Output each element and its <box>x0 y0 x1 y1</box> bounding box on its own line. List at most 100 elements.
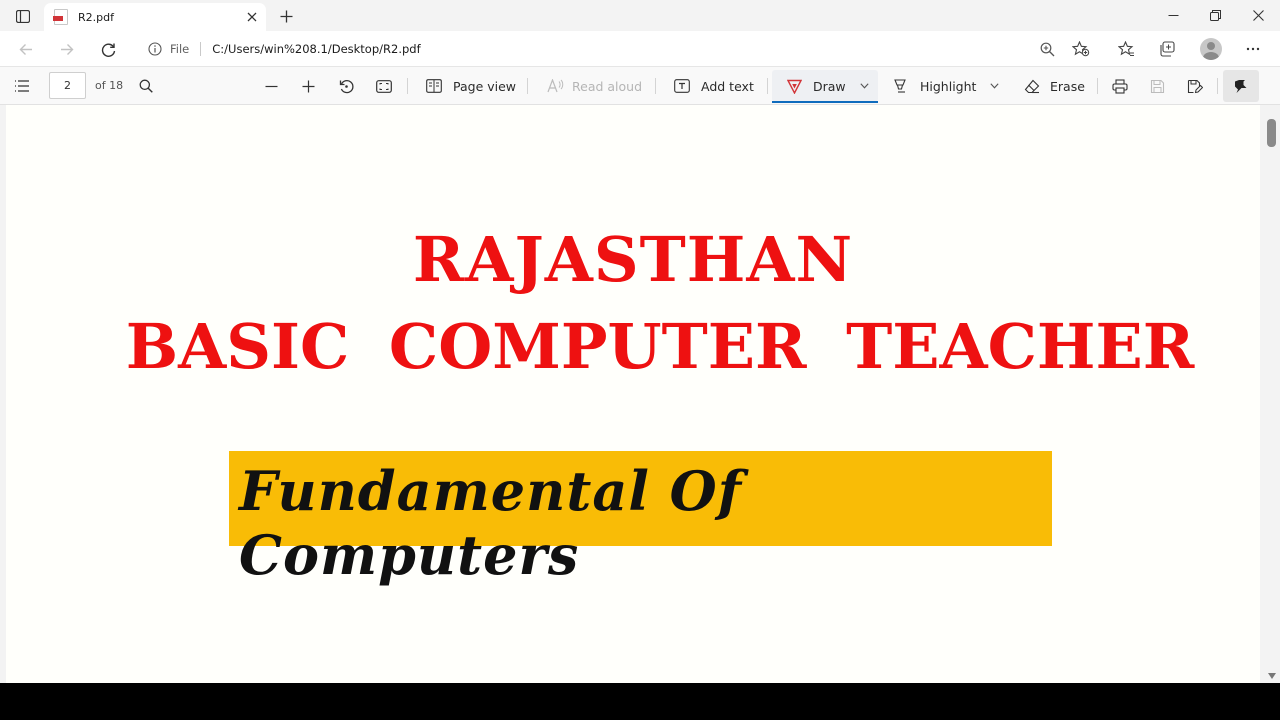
toolbar-divider <box>1217 78 1218 94</box>
address-bar: File C:/Users/win%208.1/Desktop/R2.pdf <box>0 31 1280 67</box>
browser-tab-active[interactable]: R2.pdf <box>44 3 266 31</box>
info-icon[interactable] <box>148 42 162 56</box>
document-title-line2: BASIC COMPUTER TEACHER <box>125 310 1195 383</box>
rotate-icon <box>339 79 354 93</box>
restore-button[interactable] <box>1194 0 1236 31</box>
fit-page-button[interactable] <box>376 67 392 105</box>
pdf-page: RAJASTHAN BASIC COMPUTER TEACHER Fundame… <box>6 105 1260 683</box>
scrollbar-thumb[interactable] <box>1267 119 1276 147</box>
subject-banner: Fundamental Of Computers <box>229 451 1052 587</box>
pdf-toolbar: 2 of 18 Page view Read aloud Add text Dr… <box>0 67 1280 105</box>
close-window-button[interactable] <box>1237 0 1279 31</box>
collections-icon <box>1160 41 1175 57</box>
more-horizontal-icon <box>1246 47 1260 51</box>
pin-toolbar-button[interactable] <box>1223 70 1259 102</box>
tab-close-button[interactable] <box>242 7 262 27</box>
collections-button[interactable] <box>1154 36 1180 62</box>
print-icon <box>1112 78 1128 94</box>
highlight-options-dropdown[interactable] <box>990 67 999 105</box>
restore-icon <box>1209 10 1221 21</box>
highlighter-icon <box>894 79 906 93</box>
url-divider <box>200 42 202 56</box>
zoom-in-button[interactable] <box>302 67 315 105</box>
highlight-button[interactable]: Highlight <box>893 67 976 105</box>
caret-down-icon <box>1267 672 1276 679</box>
settings-more-button[interactable] <box>1240 36 1266 62</box>
vertical-scrollbar[interactable] <box>1262 105 1280 683</box>
draw-label: Draw <box>813 78 846 94</box>
chevron-down-icon <box>860 83 869 89</box>
read-aloud-icon <box>547 79 564 93</box>
toolbar-divider <box>655 78 656 94</box>
add-favorite-button[interactable] <box>1068 36 1094 62</box>
page-view-label: Page view <box>453 78 517 94</box>
plus-icon <box>280 10 292 22</box>
read-aloud-label: Read aloud <box>572 78 643 94</box>
find-button[interactable] <box>139 67 153 105</box>
save-as-icon <box>1187 79 1203 93</box>
plus-icon <box>302 80 315 92</box>
toolbar-divider <box>527 78 528 94</box>
add-text-icon <box>674 79 690 93</box>
table-of-contents-icon <box>15 80 29 92</box>
read-aloud-button[interactable]: Read aloud <box>547 67 642 105</box>
zoom-in-icon <box>1040 42 1054 56</box>
arrow-left-icon <box>19 43 32 55</box>
pdf-file-icon <box>53 9 68 25</box>
minus-icon <box>265 85 278 87</box>
page-number-input[interactable]: 2 <box>49 72 86 99</box>
url-scheme-label: File <box>170 42 190 56</box>
toolbar-divider <box>767 78 768 94</box>
close-icon <box>1252 10 1264 21</box>
contents-button[interactable] <box>14 67 30 105</box>
save-icon <box>1150 79 1165 93</box>
tab-actions-icon <box>16 9 30 23</box>
print-button[interactable] <box>1112 67 1128 105</box>
minimize-icon <box>1168 15 1178 16</box>
toolbar-divider <box>407 78 408 94</box>
page-count-label: of 18 <box>95 79 124 92</box>
save-as-button[interactable] <box>1187 67 1203 105</box>
search-icon <box>139 79 153 93</box>
url-text: C:/Users/win%208.1/Desktop/R2.pdf <box>212 42 421 56</box>
add-text-button[interactable]: Add text <box>674 67 754 105</box>
zoom-button[interactable] <box>1034 36 1060 62</box>
profile-avatar[interactable] <box>1200 38 1222 60</box>
pdf-viewer[interactable]: RAJASTHAN BASIC COMPUTER TEACHER Fundame… <box>0 105 1280 683</box>
forward-button[interactable] <box>54 36 80 62</box>
add-text-label: Add text <box>701 78 754 94</box>
refresh-button[interactable] <box>95 36 121 62</box>
subject-title: Fundamental Of Computers <box>239 459 742 587</box>
document-title-line1: RAJASTHAN <box>412 223 854 296</box>
tab-actions-button[interactable] <box>10 5 36 27</box>
page-view-button[interactable]: Page view <box>426 67 516 105</box>
minimize-button[interactable] <box>1152 0 1194 31</box>
zoom-out-button[interactable] <box>265 67 278 105</box>
fit-to-page-icon <box>376 79 392 93</box>
eraser-icon <box>1024 79 1040 93</box>
draw-pen-icon <box>787 79 802 94</box>
new-tab-button[interactable] <box>274 4 298 28</box>
draw-options-dropdown[interactable] <box>860 67 869 105</box>
back-button[interactable] <box>13 36 39 62</box>
black-letterbox-bar <box>0 683 1280 720</box>
star-add-icon <box>1072 41 1090 57</box>
highlight-label: Highlight <box>920 78 977 94</box>
favorites-icon <box>1117 41 1134 56</box>
close-icon <box>247 12 257 22</box>
arrow-right-icon <box>61 43 74 55</box>
toolbar-divider <box>1097 78 1098 94</box>
erase-button[interactable]: Erase <box>1024 67 1085 105</box>
url-input[interactable]: File C:/Users/win%208.1/Desktop/R2.pdf <box>136 35 1100 63</box>
save-button[interactable] <box>1150 67 1165 105</box>
favorites-button[interactable] <box>1113 36 1139 62</box>
tab-strip: R2.pdf <box>0 0 1280 31</box>
erase-label: Erase <box>1050 78 1085 94</box>
page-view-icon <box>426 79 442 93</box>
draw-button[interactable]: Draw <box>787 67 846 105</box>
rotate-button[interactable] <box>339 67 354 105</box>
tab-title: R2.pdf <box>78 10 114 24</box>
refresh-icon <box>101 43 115 57</box>
pin-icon <box>1235 79 1247 93</box>
scroll-down-button[interactable] <box>1267 671 1276 680</box>
